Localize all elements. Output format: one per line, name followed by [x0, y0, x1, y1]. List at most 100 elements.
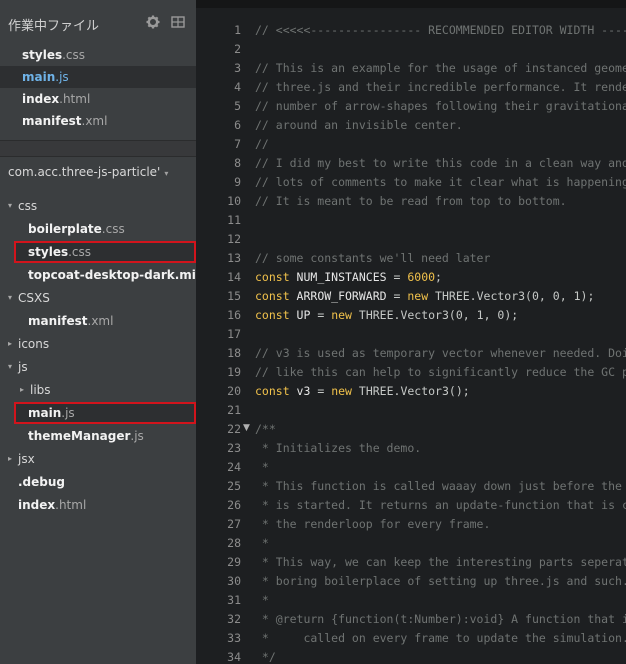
folder-name: jsx	[18, 452, 35, 466]
tree-file[interactable]: index.html	[0, 494, 196, 516]
code-token: /**	[255, 422, 276, 436]
code-token: //	[255, 137, 269, 151]
tree-file[interactable]: .debug	[0, 471, 196, 493]
file-extension: .js	[130, 429, 144, 443]
tree-file[interactable]: topcoat-desktop-dark.min.css	[0, 264, 227, 286]
code-token: new	[407, 289, 436, 303]
line-number: 30	[227, 574, 241, 588]
code-line: * Initializes the demo.	[255, 441, 421, 455]
line-number: 16	[227, 308, 241, 322]
code-line: // v3 is used as temporary vector whenev…	[255, 346, 626, 360]
tree-file[interactable]: boilerplate.css	[0, 218, 196, 240]
fold-toggle-icon[interactable]: ▼	[243, 423, 250, 433]
code-token: * boring boilerplace of setting up three…	[255, 574, 626, 588]
code-token: * This way, we can keep the interesting …	[261, 555, 626, 569]
code-line: // like this can help to significantly r…	[255, 365, 626, 379]
code-token: THREE	[358, 384, 394, 398]
file-basename: .debug	[18, 475, 66, 489]
tree-folder[interactable]: ▾ js	[0, 356, 196, 378]
working-file-item[interactable]: manifest.xml	[0, 110, 196, 132]
code-line: // around an invisible center.	[255, 118, 463, 132]
file-basename: main	[22, 70, 56, 84]
code-token: THREE	[358, 308, 394, 322]
code-token: *	[255, 460, 269, 474]
line-number: 19	[227, 365, 241, 379]
file-extension: .xml	[87, 314, 114, 328]
folder-expanded-icon[interactable]: ▾	[8, 356, 12, 378]
tree-folder[interactable]: ▾ CSXS	[0, 287, 196, 309]
file-extension: .xml	[81, 114, 108, 128]
code-token: ARROW_FORWARD	[296, 289, 387, 303]
tree-folder[interactable]: ▸ icons	[0, 333, 196, 355]
folder-name: css	[18, 199, 38, 213]
code-line: // lots of comments to make it clear wha…	[255, 175, 626, 189]
line-number: 28	[227, 536, 241, 550]
project-name: com.acc.three-js-particle'	[8, 165, 161, 179]
code-line: * the renderloop for every frame.	[255, 517, 490, 531]
folder-collapsed-icon[interactable]: ▸	[8, 333, 12, 355]
code-token: 6000	[407, 270, 436, 284]
code-line: * This function is called waaay down jus…	[255, 479, 626, 493]
line-number: 18	[227, 346, 241, 360]
code-token: // It is meant to be read from top to bo…	[255, 194, 567, 208]
tree-folder[interactable]: ▾ css	[0, 195, 196, 217]
code-token: new	[331, 384, 359, 398]
code-token: =	[386, 289, 408, 303]
code-line: * This way, we can keep the interesting …	[255, 555, 626, 569]
code-token: NUM_INSTANCES	[296, 270, 387, 284]
folder-expanded-icon[interactable]: ▾	[8, 195, 12, 217]
line-number: 12	[227, 232, 241, 246]
code-token: const	[255, 270, 297, 284]
line-number: 21	[227, 403, 241, 417]
code-token: * the renderloop for every frame.	[255, 517, 491, 531]
code-token: // like this can help to significantly r…	[255, 365, 626, 379]
tree-file[interactable]: themeManager.js	[0, 425, 196, 447]
code-token: ;	[435, 270, 442, 284]
tree-folder[interactable]: ▸ jsx	[0, 448, 196, 470]
line-number: 1	[234, 23, 241, 37]
working-files-title: 作業中ファイル	[8, 19, 100, 34]
editor-top-bar	[196, 0, 626, 8]
code-line: // number of arrow-shapes following thei…	[255, 99, 626, 113]
code-line: const NUM_INSTANCES = 6000;	[255, 270, 442, 284]
code-token: v3	[296, 384, 311, 398]
code-token: // three.js and their incredible perform…	[255, 80, 626, 94]
file-basename: topcoat-desktop-dark.min	[28, 268, 205, 282]
file-basename: index	[22, 92, 60, 106]
code-token: // around an invisible center.	[255, 118, 463, 132]
code-token: *	[255, 536, 269, 550]
file-extension: .html	[59, 92, 91, 106]
folder-collapsed-icon[interactable]: ▸	[20, 379, 24, 401]
code-token: */	[255, 650, 276, 664]
code-token: );	[580, 289, 595, 303]
line-number: 2	[234, 42, 241, 56]
code-line: * boring boilerplace of setting up three…	[255, 574, 626, 588]
code-token: ,	[462, 308, 477, 322]
brackets-window: 作業中ファイル styles.css main.js index.html manif…	[0, 0, 626, 664]
code-line: // This is an example for the usage of i…	[255, 61, 626, 75]
code-token: const	[255, 289, 297, 303]
code-line: */	[255, 650, 276, 664]
line-number: 5	[234, 99, 241, 113]
working-file-name: index.html	[22, 88, 90, 110]
folder-collapsed-icon[interactable]: ▸	[8, 448, 12, 470]
split-view-icon[interactable]	[171, 15, 185, 29]
gear-icon[interactable]	[146, 15, 160, 29]
tree-folder[interactable]: ▸ libs	[0, 379, 196, 401]
working-file-item[interactable]: index.html	[0, 88, 196, 110]
folder-expanded-icon[interactable]: ▾	[8, 287, 12, 309]
code-line: * called on every frame to update the si…	[255, 631, 626, 645]
line-number: 29	[227, 555, 241, 569]
working-file-item[interactable]: styles.css	[0, 44, 196, 66]
line-number: 11	[227, 213, 241, 227]
line-number: 9	[234, 175, 241, 189]
project-dropdown[interactable]: com.acc.three-js-particle' ▾	[8, 165, 168, 179]
line-number: 27	[227, 517, 241, 531]
code-token: *	[255, 593, 269, 607]
tree-file[interactable]: manifest.xml	[0, 310, 196, 332]
code-editor[interactable]: 1 // <<<<<---------------- RECOMMENDED ED…	[196, 0, 626, 664]
code-token: .Vector3(	[393, 308, 456, 322]
working-file-item[interactable]: main.js	[0, 66, 196, 88]
code-token: 1	[476, 308, 484, 322]
code-token: 1	[573, 289, 581, 303]
